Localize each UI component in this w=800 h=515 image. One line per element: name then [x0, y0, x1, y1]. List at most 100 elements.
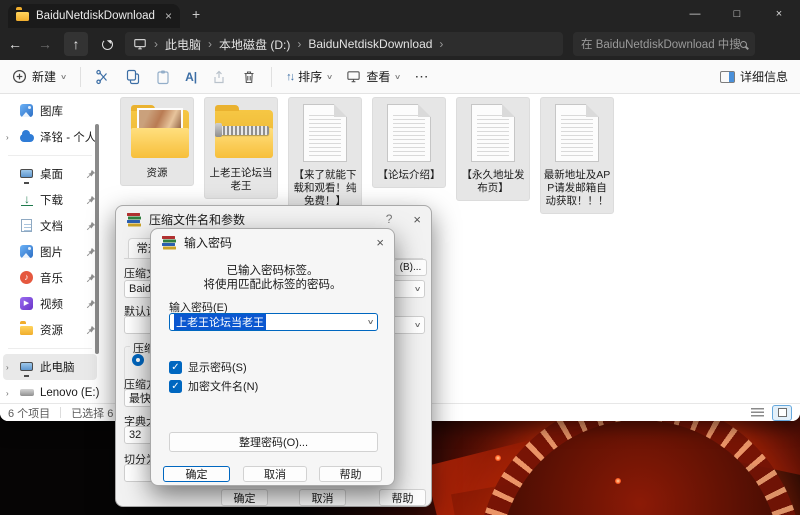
- command-toolbar: 新建 ∨ A|: [0, 60, 800, 94]
- file-item-zip-folder[interactable]: 上老王论坛当老王: [204, 97, 278, 199]
- close-button[interactable]: ×: [758, 0, 800, 28]
- copy-icon[interactable]: [125, 69, 141, 85]
- downloads-icon: ↓: [20, 193, 34, 207]
- file-item-ziyuan[interactable]: 资源: [120, 97, 194, 186]
- file-label: 【来了就能下载和观看！纯免费！】: [291, 169, 359, 208]
- list-view-icon[interactable]: [751, 408, 764, 417]
- cut-icon[interactable]: [95, 69, 111, 85]
- file-item-text-4[interactable]: 最新地址及APP请发邮箱自动获取！！！: [540, 97, 614, 214]
- share-icon[interactable]: [211, 69, 227, 85]
- checkbox-check-icon: ✓: [169, 361, 182, 374]
- sidebar-item-documents[interactable]: 文档: [0, 213, 100, 239]
- encrypt-filenames-checkbox[interactable]: ✓ 加密文件名(N): [169, 378, 258, 394]
- large-icons-view-icon: [778, 408, 787, 417]
- file-label: 上老王论坛当老王: [207, 167, 275, 193]
- expand-chevron-icon[interactable]: ›: [6, 363, 14, 372]
- screen: BaiduNetdiskDownload × + — □ × ← → ↑ › 此…: [0, 0, 800, 515]
- dictionary-value: 32: [129, 429, 141, 441]
- browse-button[interactable]: (B)...: [394, 259, 427, 276]
- sidebar-item-desktop[interactable]: 桌面: [0, 161, 100, 187]
- tab-title: BaiduNetdiskDownload: [36, 10, 159, 22]
- desktop-icon: [20, 167, 34, 181]
- delete-icon[interactable]: [241, 69, 257, 85]
- new-button[interactable]: 新建 ∨: [12, 68, 66, 85]
- title-bar: BaiduNetdiskDownload × + — □ ×: [0, 0, 800, 28]
- password-cancel-button[interactable]: 取消: [243, 466, 307, 482]
- new-tab-button[interactable]: +: [192, 6, 200, 22]
- password-combobox[interactable]: 上老王论坛当老王 ∨: [169, 313, 378, 331]
- minimize-button[interactable]: —: [674, 0, 716, 28]
- file-item-text-3[interactable]: 【永久地址发布页】: [456, 97, 530, 201]
- rar-ok-button[interactable]: 确定: [221, 489, 268, 506]
- chevron-down-icon: ∨: [414, 321, 422, 329]
- sidebar-scrollbar[interactable]: [95, 124, 99, 354]
- sidebar-item-gallery[interactable]: 图库: [0, 98, 100, 124]
- sidebar-item-onedrive[interactable]: › 泽铭 - 个人: [0, 124, 100, 150]
- password-ok-button[interactable]: 确定: [163, 466, 230, 482]
- text-document-icon: [543, 104, 611, 166]
- more-options-icon[interactable]: ⋯: [414, 68, 429, 85]
- forward-button[interactable]: →: [30, 36, 60, 52]
- format-rar-radio[interactable]: [132, 354, 144, 366]
- password-value-selected: 上老王论坛当老王: [174, 314, 266, 330]
- password-dialog: 输入密码 × 已输入密码标签。 将使用匹配此标签的密码。 输入密码(E) 上老王…: [150, 228, 395, 486]
- new-label: 新建: [32, 68, 56, 85]
- sidebar-item-lenovo-drive[interactable]: › Lenovo (E:): [0, 380, 100, 403]
- help-icon[interactable]: ?: [386, 212, 393, 226]
- rar-cancel-button[interactable]: 取消: [299, 489, 346, 506]
- details-pane-button[interactable]: 详细信息: [720, 68, 788, 85]
- rar-dialog-title: 压缩文件名和参数: [149, 211, 245, 228]
- file-item-text-1[interactable]: 【来了就能下载和观看！纯免费！】: [288, 97, 362, 214]
- toolbar-divider: [271, 67, 272, 87]
- crumb-drive-d[interactable]: 本地磁盘 (D:): [219, 36, 290, 53]
- back-button[interactable]: ←: [0, 36, 30, 52]
- pictures-icon: [20, 245, 34, 259]
- crumb-this-pc[interactable]: 此电脑: [165, 36, 201, 53]
- close-icon[interactable]: ×: [376, 235, 384, 250]
- sidebar-item-videos[interactable]: ▶ 视频: [0, 291, 100, 317]
- refresh-icon[interactable]: [102, 39, 113, 50]
- sort-button[interactable]: ↑↓ 排序 ∨: [286, 68, 332, 85]
- sidebar-item-music[interactable]: ♪ 音乐: [0, 265, 100, 291]
- sidebar-item-this-pc[interactable]: › 此电脑: [3, 354, 97, 380]
- onedrive-cloud-icon: [20, 130, 34, 144]
- details-label: 详细信息: [740, 68, 788, 85]
- crumb-separator: ›: [154, 37, 158, 51]
- maximize-button[interactable]: □: [716, 0, 758, 28]
- expand-chevron-icon[interactable]: ›: [6, 133, 14, 142]
- expand-chevron-icon[interactable]: ›: [6, 389, 14, 398]
- view-label: 查看: [366, 68, 390, 85]
- new-plus-icon: [12, 69, 27, 84]
- sidebar-item-ziyuan[interactable]: 资源: [0, 317, 100, 343]
- up-button[interactable]: ↑: [64, 32, 88, 56]
- paste-icon[interactable]: [155, 69, 171, 85]
- text-document-icon: [291, 104, 359, 166]
- show-password-checkbox[interactable]: ✓ 显示密码(S): [169, 359, 247, 375]
- show-password-label: 显示密码(S): [188, 359, 247, 375]
- close-icon[interactable]: ×: [413, 212, 421, 227]
- view-button[interactable]: 查看 ∨: [346, 68, 400, 85]
- password-help-button[interactable]: 帮助: [319, 466, 382, 482]
- organize-passwords-button[interactable]: 整理密码(O)...: [169, 432, 378, 452]
- zip-folder-icon: [207, 102, 275, 164]
- tab-close-icon[interactable]: ×: [165, 9, 172, 23]
- encrypt-filenames-label: 加密文件名(N): [188, 378, 258, 394]
- rename-icon[interactable]: A|: [185, 70, 197, 84]
- sidebar-item-pictures[interactable]: 图片: [0, 239, 100, 265]
- rar-help-button[interactable]: 帮助: [379, 489, 426, 506]
- password-dialog-title: 输入密码: [184, 234, 232, 251]
- search-input[interactable]: 在 BaiduNetdiskDownload 中搜索: [573, 32, 755, 56]
- computer-icon: [133, 37, 147, 51]
- search-icon: [740, 41, 747, 48]
- crumb-current-folder[interactable]: BaiduNetdiskDownload: [308, 37, 432, 51]
- explorer-tab[interactable]: BaiduNetdiskDownload ×: [8, 4, 180, 28]
- wallpaper-spark: [495, 455, 501, 461]
- breadcrumb[interactable]: › 此电脑 › 本地磁盘 (D:) › BaiduNetdiskDownload…: [125, 32, 563, 56]
- sidebar-divider: [8, 348, 92, 349]
- sidebar-item-downloads[interactable]: ↓ 下载: [0, 187, 100, 213]
- text-document-icon: [375, 104, 443, 166]
- wallpaper-spark: [615, 478, 621, 484]
- large-icons-view-toggle[interactable]: [772, 405, 792, 421]
- documents-icon: [20, 219, 34, 233]
- file-item-text-2[interactable]: 【论坛介绍】: [372, 97, 446, 188]
